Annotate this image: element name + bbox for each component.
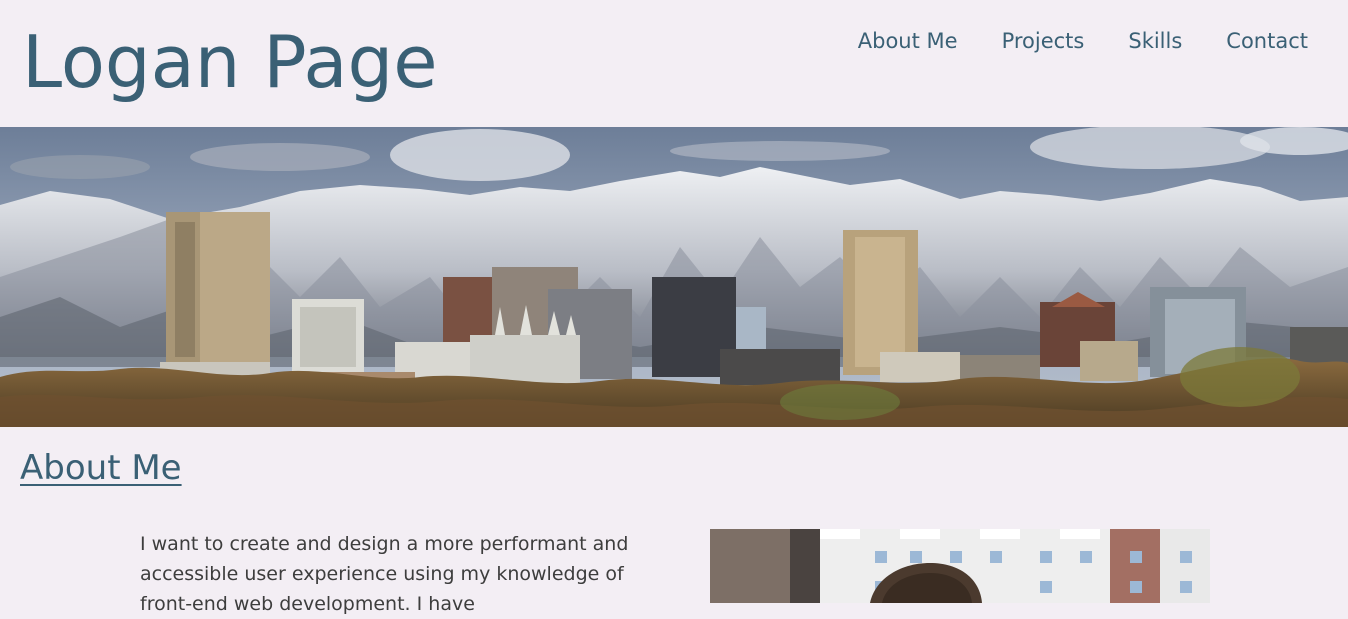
about-me-heading[interactable]: About Me	[20, 446, 182, 490]
main-nav: About Me Projects Skills Contact	[858, 27, 1308, 55]
nav-contact[interactable]: Contact	[1226, 27, 1308, 55]
site-header: Logan Page About Me Projects Skills Cont…	[0, 0, 1348, 127]
nav-skills[interactable]: Skills	[1128, 27, 1182, 55]
site-title: Logan Page	[22, 20, 438, 104]
about-me-text: I want to create and design a more perfo…	[140, 533, 629, 615]
nav-projects[interactable]: Projects	[1002, 27, 1085, 55]
nav-about-me[interactable]: About Me	[858, 27, 958, 55]
hero-skyline-image	[0, 127, 1348, 427]
portrait-photo	[710, 529, 1210, 603]
